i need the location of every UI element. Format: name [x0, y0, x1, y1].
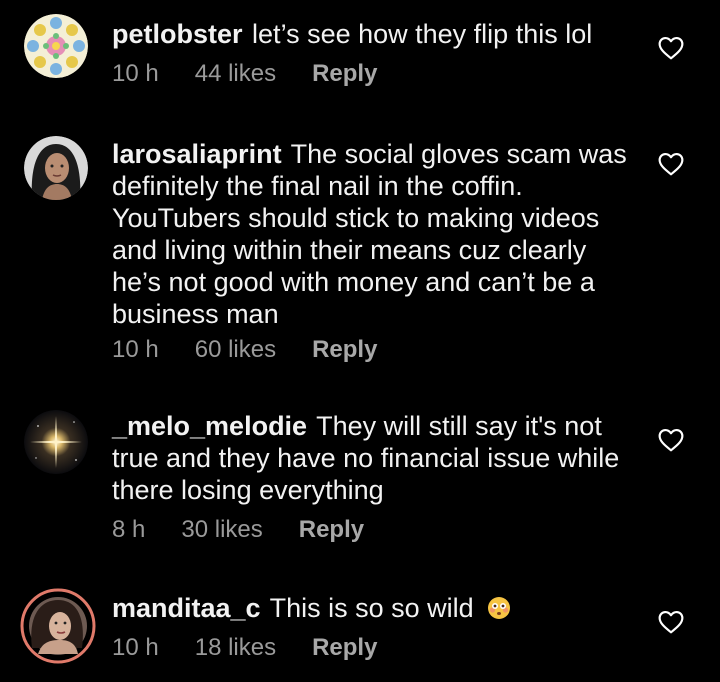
comment-text-block: larosaliaprint The social gloves scam wa… — [112, 138, 632, 330]
comment-likes[interactable]: 60 likes — [195, 336, 276, 364]
comment-timestamp: 10 h — [112, 60, 159, 87]
comment-timestamp: 8 h — [112, 516, 146, 543]
like-heart-icon[interactable] — [658, 610, 684, 634]
comment-text-block: _melo_melodie They will still say it's n… — [112, 410, 632, 506]
flower-pattern-avatar-icon — [24, 14, 88, 78]
comment-meta: 10 h 60 likes Reply — [112, 336, 377, 364]
avatar[interactable] — [24, 410, 88, 474]
portrait-avatar-icon — [24, 136, 88, 200]
star-sparkle-avatar-icon — [24, 410, 88, 474]
like-heart-icon[interactable] — [658, 36, 684, 60]
comment-body: let’s see how they flip this lol — [252, 19, 593, 49]
comment-likes[interactable]: 30 likes — [181, 516, 262, 544]
comment-username[interactable]: petlobster — [112, 19, 243, 49]
like-heart-icon[interactable] — [658, 428, 684, 452]
avatar[interactable] — [20, 588, 96, 664]
comment-likes[interactable]: 44 likes — [195, 60, 276, 88]
comment-text-block: manditaa_c This is so so wild — [112, 592, 632, 624]
comment-username[interactable]: _melo_melodie — [112, 411, 307, 441]
comment-body: This is so so wild — [269, 593, 474, 623]
reply-button[interactable]: Reply — [312, 634, 377, 662]
story-ring-portrait-avatar-icon — [20, 588, 96, 664]
like-heart-icon[interactable] — [658, 152, 684, 176]
flushed-face-emoji-icon — [487, 595, 511, 619]
reply-button[interactable]: Reply — [299, 516, 364, 544]
comment-meta: 10 h 44 likes Reply — [112, 60, 377, 88]
avatar[interactable] — [24, 136, 88, 200]
comment-meta: 10 h 18 likes Reply — [112, 634, 377, 662]
comment-likes[interactable]: 18 likes — [195, 634, 276, 662]
comment-username[interactable]: manditaa_c — [112, 593, 261, 623]
comment-timestamp: 10 h — [112, 336, 159, 363]
comment-username[interactable]: larosaliaprint — [112, 139, 282, 169]
reply-button[interactable]: Reply — [312, 336, 377, 364]
comment-timestamp: 10 h — [112, 634, 159, 661]
reply-button[interactable]: Reply — [312, 60, 377, 88]
avatar[interactable] — [24, 14, 88, 78]
comment-text-block: petlobster let’s see how they flip this … — [112, 18, 632, 50]
comment-meta: 8 h 30 likes Reply — [112, 516, 364, 544]
